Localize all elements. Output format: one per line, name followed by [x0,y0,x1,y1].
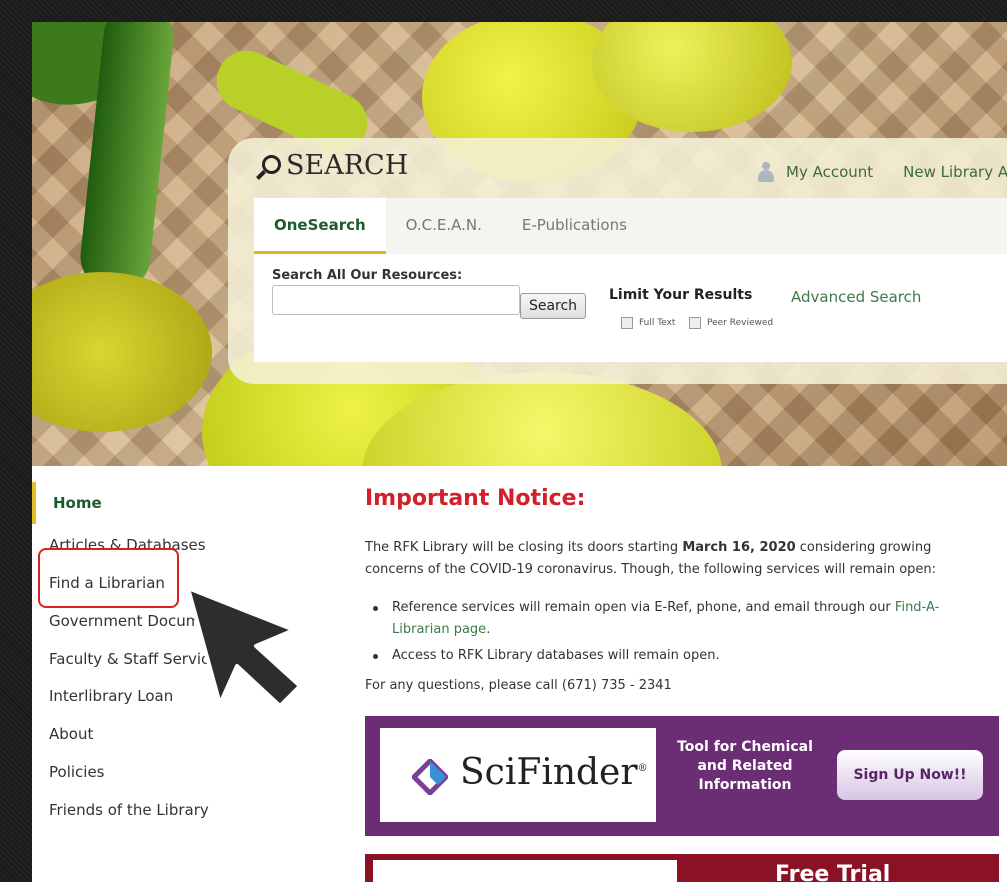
search-label: Search All Our Resources: [272,268,463,283]
scifinder-tagline: Tool for Chemical and Related Informatio… [677,739,813,793]
search-panel: SEARCH My Account New Library A OneSearc… [228,138,1007,384]
sidebar-item-interlibrary-loan[interactable]: Interlibrary Loan [49,687,173,705]
search-tabs: OneSearch O.C.E.A.N. E-Publications [254,198,1007,254]
sidebar-item-friends-of-the-library[interactable]: Friends of the Library [49,801,209,819]
scifinder-brand-text: SciFinder [460,752,638,793]
notice-text: The RFK Library will be closing its door… [365,540,683,555]
user-icon [758,162,774,182]
highlight-box [38,548,179,608]
contact-text: For any questions, please call (671) 735… [365,678,672,693]
sidebar-item-home[interactable]: Home [32,482,102,524]
hero-banner: SEARCH My Account New Library A OneSearc… [32,22,1007,466]
search-header: SEARCH [256,150,408,181]
scifinder-brand: SciFinder® [460,752,648,793]
registered-mark: ® [637,763,648,774]
sign-up-button[interactable]: Sign Up Now!! [837,750,983,800]
full-text-checkbox[interactable]: Full Text [621,317,675,329]
search-icon [256,153,282,180]
notice-title: Important Notice: [365,486,586,511]
peer-reviewed-checkbox[interactable]: Peer Reviewed [689,317,773,329]
services-list: Reference services will remain open via … [365,597,965,671]
library-page: SEARCH My Account New Library A OneSearc… [32,22,1007,882]
search-button[interactable]: Search [520,293,586,319]
advanced-search-link[interactable]: Advanced Search [791,288,921,306]
peer-reviewed-label: Peer Reviewed [707,318,774,328]
new-library-account-link[interactable]: New Library A [903,163,1007,181]
full-text-label: Full Text [639,318,676,328]
checkbox-box[interactable] [689,317,701,329]
sidebar-item-about[interactable]: About [49,725,93,743]
search-form: Search All Our Resources: Search Limit Y… [254,254,1007,362]
tab-e-publications[interactable]: E-Publications [502,198,647,254]
flower-petal [32,272,212,432]
list-item: Reference services will remain open via … [365,597,965,641]
scifinder-logo-icon [412,759,448,795]
notice-paragraph: The RFK Library will be closing its door… [365,537,965,581]
search-title: SEARCH [286,150,409,181]
my-account-link[interactable]: My Account [786,163,873,181]
scifinder-banner[interactable]: SciFinder® Tool for Chemical and Related… [365,716,999,836]
account-links: My Account New Library A [758,162,1007,182]
limit-results-label: Limit Your Results [609,287,753,303]
free-trial-title: Free Trial [775,862,891,882]
cursor-arrow-icon [186,586,302,708]
sidebar-item-government-documents[interactable]: Government Docum [49,612,200,630]
notice-date: March 16, 2020 [682,540,796,555]
checkbox-box[interactable] [621,317,633,329]
list-item-text: . [486,622,491,637]
scifinder-logo-box: SciFinder® [380,728,656,822]
sidebar-item-policies[interactable]: Policies [49,763,104,781]
tab-onesearch[interactable]: OneSearch [254,198,386,254]
search-input[interactable] [272,285,520,315]
list-item-text: Reference services will remain open via … [392,600,895,615]
free-trial-banner[interactable]: Free Trial [365,854,999,882]
tab-ocean[interactable]: O.C.E.A.N. [386,198,502,254]
list-item: Access to RFK Library databases will rem… [365,645,965,667]
free-trial-logo-box [373,860,677,882]
